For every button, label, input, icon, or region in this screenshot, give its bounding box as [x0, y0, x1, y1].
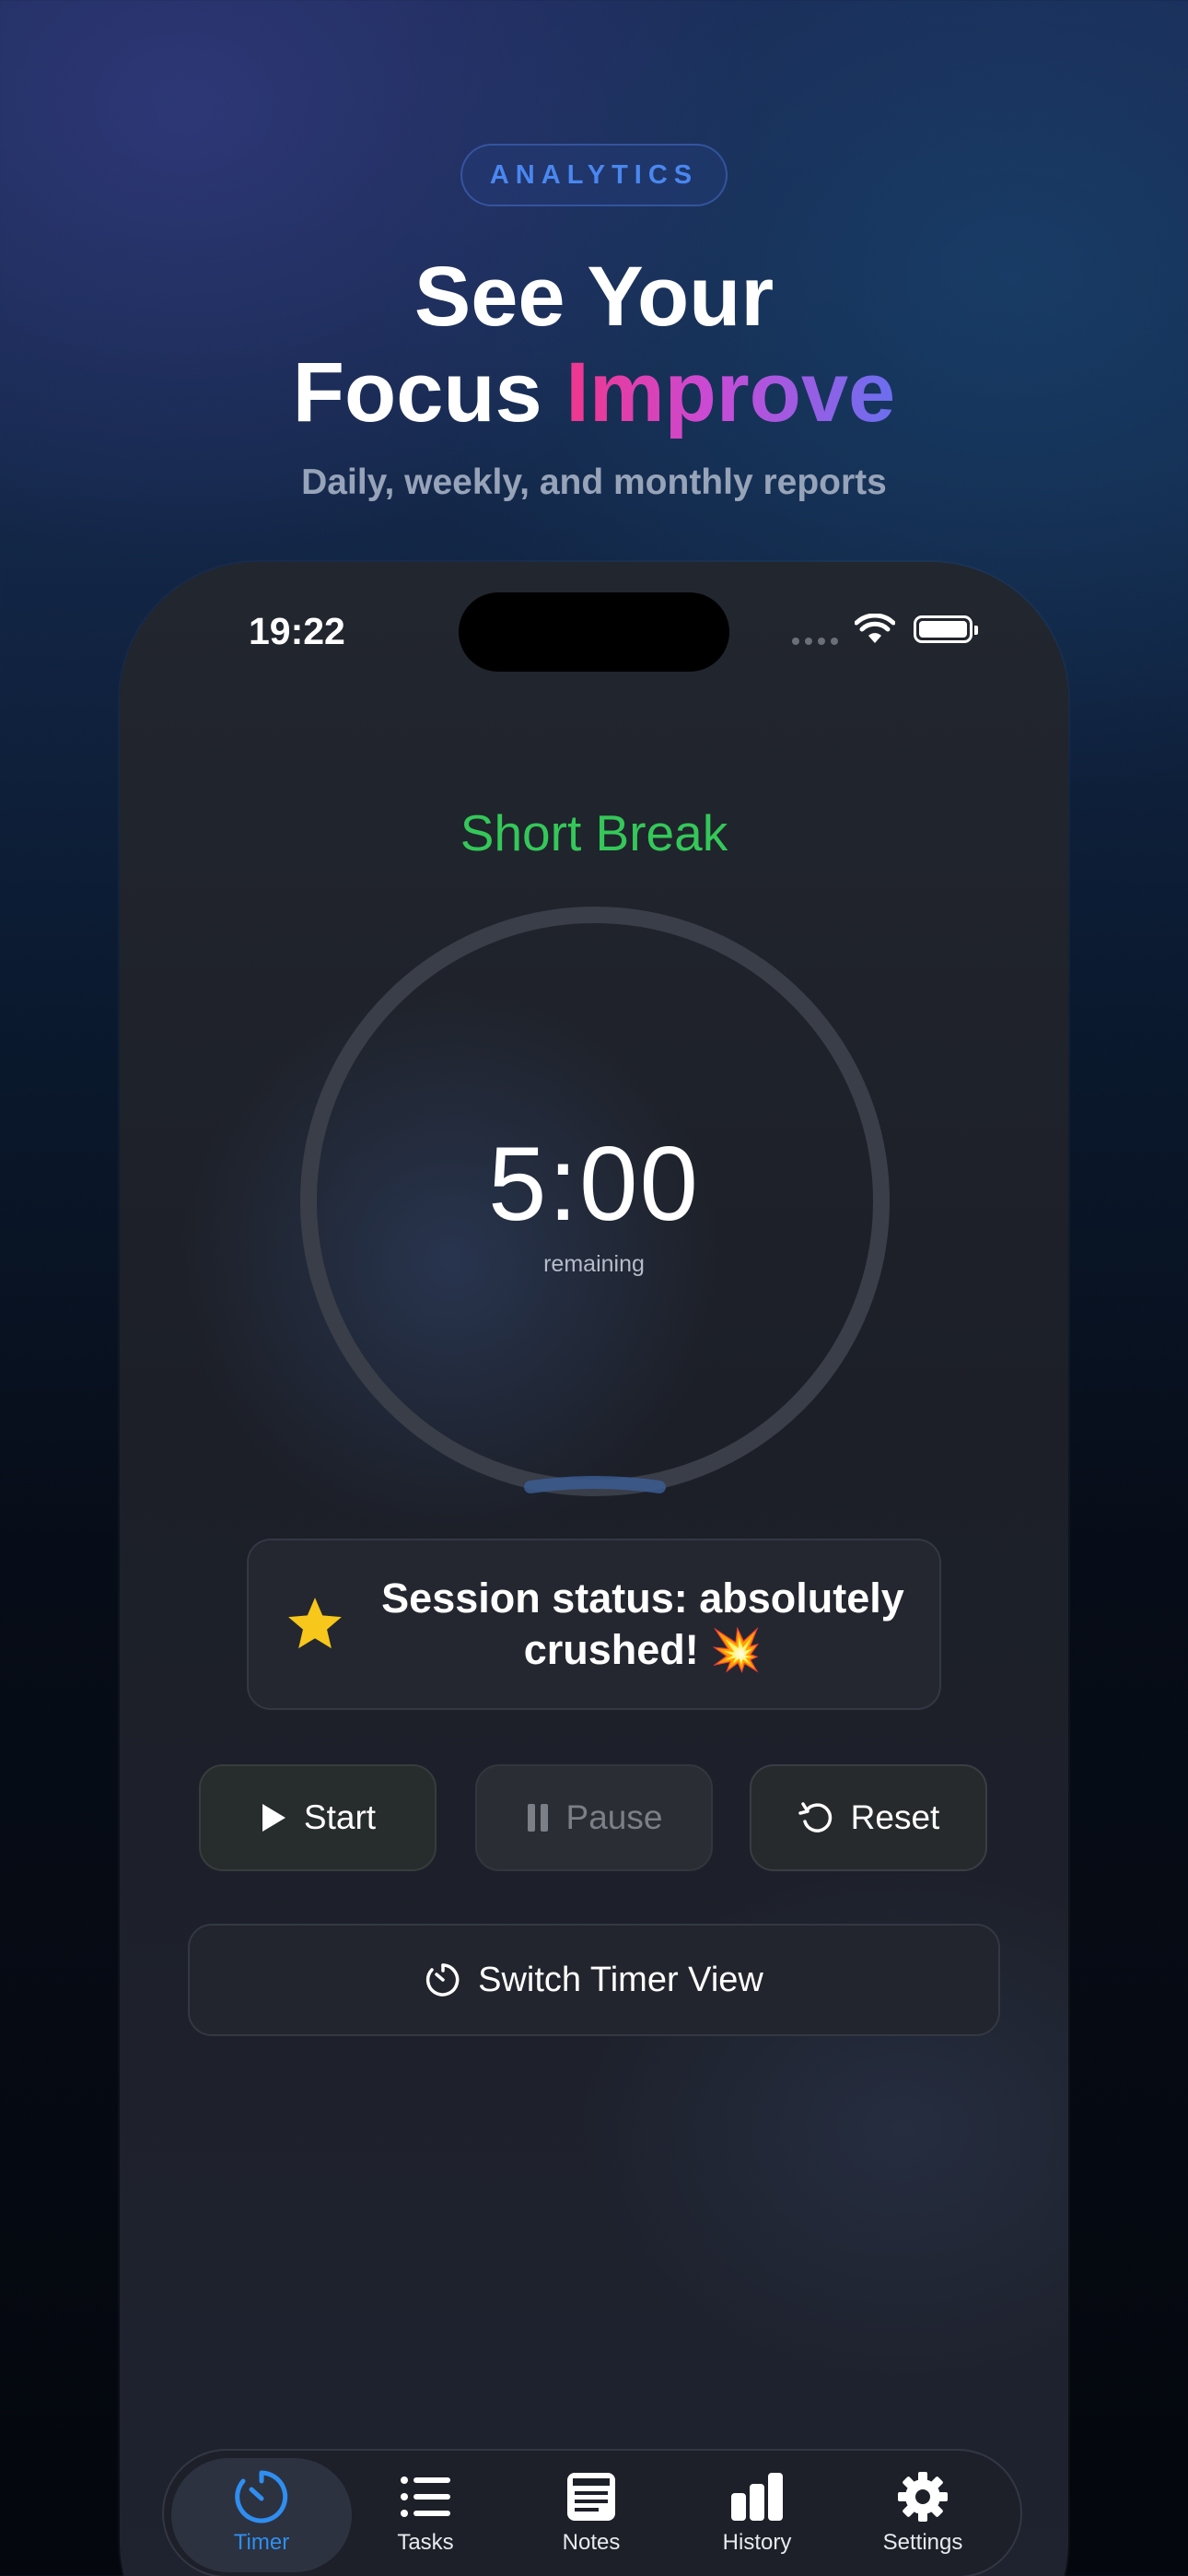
tab-history-label: History	[722, 2530, 792, 2555]
start-label: Start	[303, 1798, 377, 1836]
analytics-badge: ANALYTICS	[460, 144, 728, 206]
headline-plain: Focus	[292, 345, 566, 439]
headline-line1: See Your	[413, 250, 775, 344]
tab-bar: Timer Tasks Notes History Settings	[162, 2449, 1022, 2576]
timer-icon	[235, 2470, 288, 2523]
tab-settings-label: Settings	[882, 2530, 963, 2555]
tab-tasks[interactable]: Tasks	[335, 2458, 516, 2572]
reset-icon	[798, 1802, 832, 1832]
timer-display: 5:00	[488, 1126, 700, 1243]
gear-icon	[898, 2472, 948, 2522]
bar-chart-icon	[731, 2473, 783, 2521]
dynamic-island	[459, 592, 729, 672]
battery-icon	[914, 615, 978, 643]
promo-subtitle: Daily, weekly, and monthly reports	[301, 463, 887, 502]
tab-history[interactable]: History	[667, 2458, 847, 2572]
tab-timer-label: Timer	[233, 2530, 290, 2555]
pause-button[interactable]: Pause	[475, 1764, 713, 1871]
signal-icon	[792, 638, 838, 645]
list-icon	[401, 2476, 450, 2517]
session-status-text: Session status: absolutely crushed! 💥	[381, 1575, 904, 1673]
tab-settings[interactable]: Settings	[833, 2458, 1013, 2572]
wifi-icon	[855, 614, 895, 643]
tab-notes[interactable]: Notes	[501, 2458, 681, 2572]
tab-timer[interactable]: Timer	[171, 2458, 352, 2572]
timer-icon	[426, 1963, 460, 1996]
switch-timer-view-button[interactable]: Switch Timer View	[188, 1924, 1000, 2036]
start-button[interactable]: Start	[199, 1764, 437, 1871]
reset-button[interactable]: Reset	[750, 1764, 987, 1871]
headline-line2: Focus Improve	[0, 345, 1188, 440]
headline-accent: Improve	[565, 345, 896, 439]
status-time: 19:22	[249, 610, 345, 652]
tab-tasks-label: Tasks	[397, 2530, 454, 2555]
phone-frame: 19:22 Short Break 5:00 remaining Session…	[120, 562, 1068, 2576]
star-icon	[288, 1598, 342, 1649]
timer-mode-label: Short Break	[460, 804, 728, 861]
pause-icon	[527, 1804, 548, 1832]
play-icon	[262, 1804, 285, 1832]
session-status-card: Session status: absolutely crushed! 💥	[247, 1539, 941, 1710]
note-icon	[567, 2473, 615, 2521]
reset-label: Reset	[850, 1798, 940, 1836]
remaining-label: remaining	[543, 1251, 645, 1277]
switch-view-label: Switch Timer View	[478, 1960, 763, 1999]
tab-notes-label: Notes	[562, 2530, 621, 2555]
pause-label: Pause	[565, 1798, 663, 1836]
